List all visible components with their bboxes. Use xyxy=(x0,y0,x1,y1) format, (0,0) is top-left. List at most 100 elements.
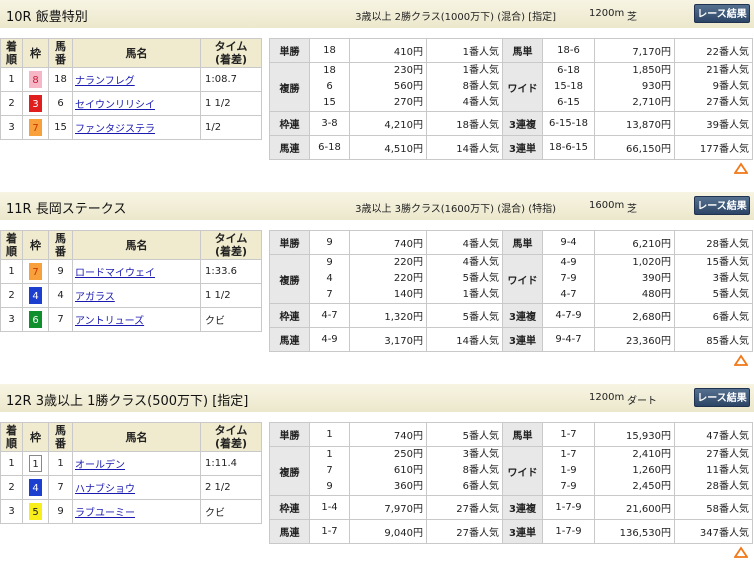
bet-combination: 1-7-9 xyxy=(555,526,582,537)
payout-amount-cell: 250円 610円 360円 xyxy=(349,446,427,496)
horse-name-link[interactable]: ハナブショウ xyxy=(75,484,135,495)
bet-combination-cell: 1 xyxy=(309,422,350,447)
popularity-rank-cell: 14番人気 xyxy=(426,327,503,352)
payout-amount: 2,410円 xyxy=(632,449,671,460)
gate-cell: 4 xyxy=(22,283,49,308)
payout-amount-cell: 7,170円 xyxy=(594,38,675,63)
race-title: 12R 3歳以上 1勝クラス(500万下) [指定] xyxy=(6,394,249,409)
bet-combination: 18-6 xyxy=(557,45,580,56)
horse-name-link[interactable]: アガラス xyxy=(75,292,115,303)
payout-row: 枠連 4-7 1,320円 5番人気 3連複 4-7-9 2,680円 6番人気 xyxy=(269,303,753,328)
bet-combination-cell: 1 7 9 xyxy=(309,446,350,496)
horse-name-cell: アントリューズ xyxy=(72,307,201,332)
bet-combination: 4-9 xyxy=(560,257,577,268)
col-finish-l1: 着 xyxy=(6,232,17,245)
gate-badge: 1 xyxy=(29,455,42,472)
col-horse-no-l1: 馬 xyxy=(55,232,66,245)
col-horse-no-l1: 馬 xyxy=(55,40,66,53)
col-horse-no-l2: 番 xyxy=(55,245,66,258)
bet-combination-cell: 18 6 15 xyxy=(309,62,350,112)
bet-combination: 6-18 xyxy=(557,65,580,76)
bet-type-label: 3連複 xyxy=(502,111,543,136)
bet-combination-cell: 18-6 xyxy=(542,38,595,63)
payout-amount: 4,210円 xyxy=(384,120,423,131)
scroll-to-top-icon[interactable] xyxy=(733,162,749,176)
race-surface: ダート xyxy=(627,396,657,407)
horse-name-link[interactable]: オールデン xyxy=(75,460,125,471)
payout-amount-cell: 3,170円 xyxy=(349,327,427,352)
popularity-rank: 1番人気 xyxy=(462,289,499,300)
payout-amount-cell: 9,040円 xyxy=(349,519,427,544)
bet-combination: 7-9 xyxy=(560,481,577,492)
finish-time: 1 1/2 xyxy=(200,91,262,116)
race-result-button[interactable]: レース結果 xyxy=(694,4,750,23)
bet-combination-cell: 3-8 xyxy=(309,111,350,136)
popularity-rank: 5番人気 xyxy=(712,289,749,300)
popularity-rank: 6番人気 xyxy=(462,481,499,492)
race-result-button[interactable]: レース結果 xyxy=(694,388,750,407)
bet-combination-cell: 1-7-9 xyxy=(542,495,595,520)
payout-amount-cell: 66,150円 xyxy=(594,135,675,160)
horse-name-link[interactable]: ロードマイウェイ xyxy=(75,268,155,279)
bet-combination: 18-6-15 xyxy=(548,142,589,153)
popularity-rank-cell: 4番人気 5番人気 1番人気 xyxy=(426,254,503,304)
payout-row: 馬連 4-9 3,170円 14番人気 3連単 9-4-7 23,360円 85番人気 xyxy=(269,327,753,352)
bet-combination: 3-8 xyxy=(321,118,338,129)
horse-name-link[interactable]: セイウンリリシイ xyxy=(75,100,155,111)
race-result-button[interactable]: レース結果 xyxy=(694,196,750,215)
col-horse-name: 馬名 xyxy=(72,422,201,452)
popularity-rank: 177番人気 xyxy=(699,144,749,155)
payout-amount-cell: 1,320円 xyxy=(349,303,427,328)
payout-amount: 2,710円 xyxy=(632,97,671,108)
popularity-rank: 4番人気 xyxy=(462,257,499,268)
col-time-l2: (着差) xyxy=(214,437,248,450)
bet-combination: 18 xyxy=(323,65,336,76)
finish-time: 1 1/2 xyxy=(200,283,262,308)
gate-badge: 3 xyxy=(29,95,42,112)
bet-type-label: 単勝 xyxy=(269,230,310,255)
bet-combination: 6 xyxy=(326,81,333,92)
payout-amount: 480円 xyxy=(641,289,671,300)
col-horse-no-l1: 馬 xyxy=(55,424,66,437)
payout-amount: 4,510円 xyxy=(384,144,423,155)
popularity-rank-cell: 347番人気 xyxy=(674,519,753,544)
result-row: 3 6 7 アントリューズ クビ xyxy=(0,307,262,332)
popularity-rank: 15番人気 xyxy=(706,257,749,268)
payout-amount: 2,680円 xyxy=(632,312,671,323)
popularity-rank-cell: 58番人気 xyxy=(674,495,753,520)
results-header-row: 着順枠馬番馬名 タイム (着差) xyxy=(0,422,262,452)
payout-amount: 2,450円 xyxy=(632,481,671,492)
horse-name-link[interactable]: ナランフレグ xyxy=(75,76,135,87)
payout-amount: 1,850円 xyxy=(632,65,671,76)
popularity-rank-cell: 18番人気 xyxy=(426,111,503,136)
bet-combination-cell: 4-9 7-9 4-7 xyxy=(542,254,595,304)
horse-name-link[interactable]: アントリューズ xyxy=(75,316,144,327)
bet-type-label: 3連複 xyxy=(502,495,543,520)
horse-name-cell: アガラス xyxy=(72,283,201,308)
finish-position: 3 xyxy=(0,115,23,140)
scroll-to-top-icon[interactable] xyxy=(733,546,749,560)
popularity-rank: 28番人気 xyxy=(706,239,749,250)
scroll-to-top-icon[interactable] xyxy=(733,354,749,368)
payout-amount-cell: 21,600円 xyxy=(594,495,675,520)
bet-type-label: 複勝 xyxy=(269,254,310,304)
horse-name-link[interactable]: ファンタジステラ xyxy=(75,124,155,135)
gate-badge: 4 xyxy=(29,287,42,304)
payout-table: 単勝 9 740円 4番人気 馬単 9-4 6,210円 28番人気 複勝 9 4 7 220円 220円… xyxy=(269,230,753,352)
payout-amount: 66,150円 xyxy=(626,144,671,155)
bet-type-label: 3連単 xyxy=(502,327,543,352)
payout-row: 複勝 18 6 15 230円 560円 270円 1番人気 8番人気 4番人気 ワイド 6-18 15… xyxy=(269,62,753,112)
horse-name-link[interactable]: ラブユーミー xyxy=(75,508,135,519)
bet-combination-cell: 4-7 xyxy=(309,303,350,328)
payout-row: 馬連 1-7 9,040円 27番人気 3連単 1-7-9 136,530円 347番人気 xyxy=(269,519,753,544)
payout-amount-cell: 2,680円 xyxy=(594,303,675,328)
horse-number: 7 xyxy=(48,475,73,500)
bet-combination: 1-7 xyxy=(560,429,577,440)
result-row: 2 4 7 ハナブショウ 2 1/2 xyxy=(0,475,262,500)
payout-amount: 610円 xyxy=(393,465,423,476)
popularity-rank: 47番人気 xyxy=(706,431,749,442)
bet-combination-cell: 9-4 xyxy=(542,230,595,255)
horse-number: 7 xyxy=(48,307,73,332)
bet-combination: 9 xyxy=(326,237,333,248)
race-surface: 芝 xyxy=(627,204,637,215)
